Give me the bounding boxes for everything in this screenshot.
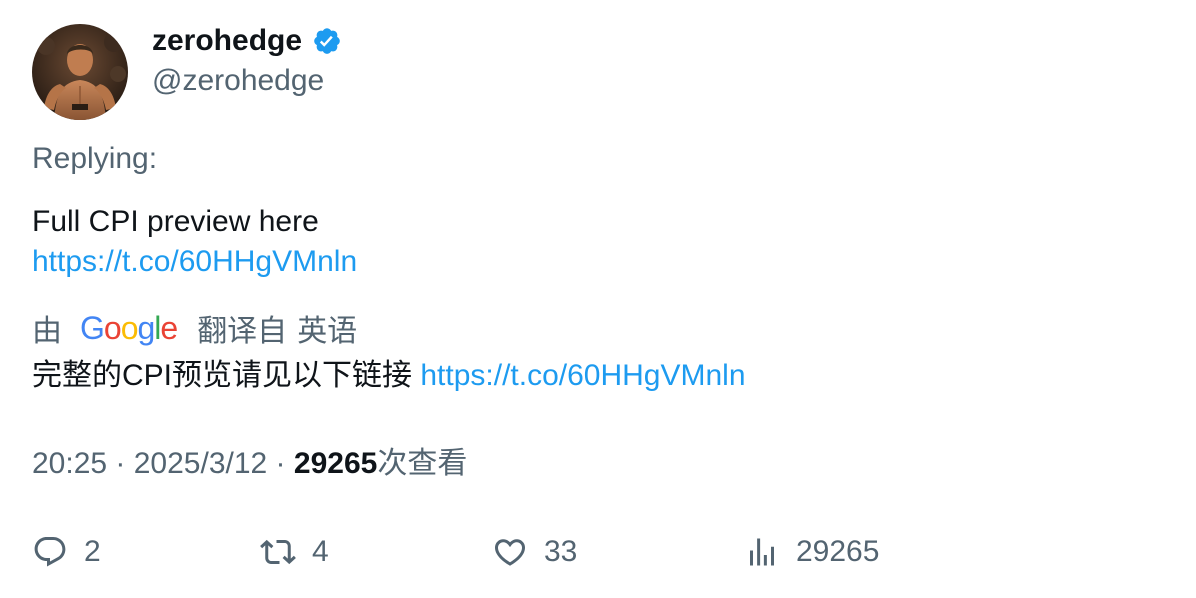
action-bar: 2 4 33 29265 — [32, 530, 1132, 574]
replying-label: Replying: — [32, 142, 158, 175]
tweet-text: Full CPI preview here — [32, 205, 319, 238]
retweet-count: 4 — [312, 535, 329, 568]
tweet-meta: 20:25 · 2025/3/12 · 29265次查看 — [32, 444, 467, 484]
views-label: 次查看 — [377, 447, 468, 480]
author-handle[interactable]: @zerohedge — [152, 62, 324, 100]
translation-from-label: 翻译自 — [197, 315, 288, 348]
verified-badge-icon[interactable] — [312, 26, 342, 56]
tweet-link[interactable]: https://t.co/60HHgVMnln — [32, 242, 357, 282]
display-name[interactable]: zerohedge — [152, 22, 302, 60]
translated-text-row: 完整的CPI预览请见以下链接 https://t.co/60HHgVMnln — [32, 356, 746, 396]
tweet-date[interactable]: 2025/3/12 — [134, 447, 267, 480]
retweet-icon — [260, 539, 296, 565]
avatar-image — [32, 24, 128, 120]
views-button[interactable]: 29265 — [744, 530, 879, 574]
meta-separator: · — [107, 447, 134, 480]
like-count: 33 — [544, 535, 578, 568]
translation-attribution: 由 Google 翻译自 英语 — [32, 306, 357, 350]
translated-text: 完整的CPI预览请见以下链接 — [32, 359, 413, 392]
views-action-count: 29265 — [796, 535, 880, 568]
views-count: 29265 — [293, 447, 378, 480]
meta-separator: · — [267, 447, 294, 480]
translation-language: 英语 — [297, 315, 358, 348]
author-name-row[interactable]: zerohedge — [152, 22, 342, 60]
heart-icon — [494, 539, 526, 566]
retweet-button[interactable]: 4 — [260, 530, 329, 574]
like-button[interactable]: 33 — [492, 530, 577, 574]
translation-by-label: 由 — [32, 315, 62, 348]
google-logo: Google — [80, 309, 178, 346]
translated-link[interactable]: https://t.co/60HHgVMnln — [420, 359, 745, 392]
reply-icon — [34, 537, 66, 567]
avatar[interactable] — [32, 24, 128, 120]
reply-count: 2 — [84, 535, 101, 568]
analytics-icon — [750, 538, 774, 566]
reply-button[interactable]: 2 — [32, 530, 101, 574]
tweet-time[interactable]: 20:25 — [32, 447, 107, 480]
